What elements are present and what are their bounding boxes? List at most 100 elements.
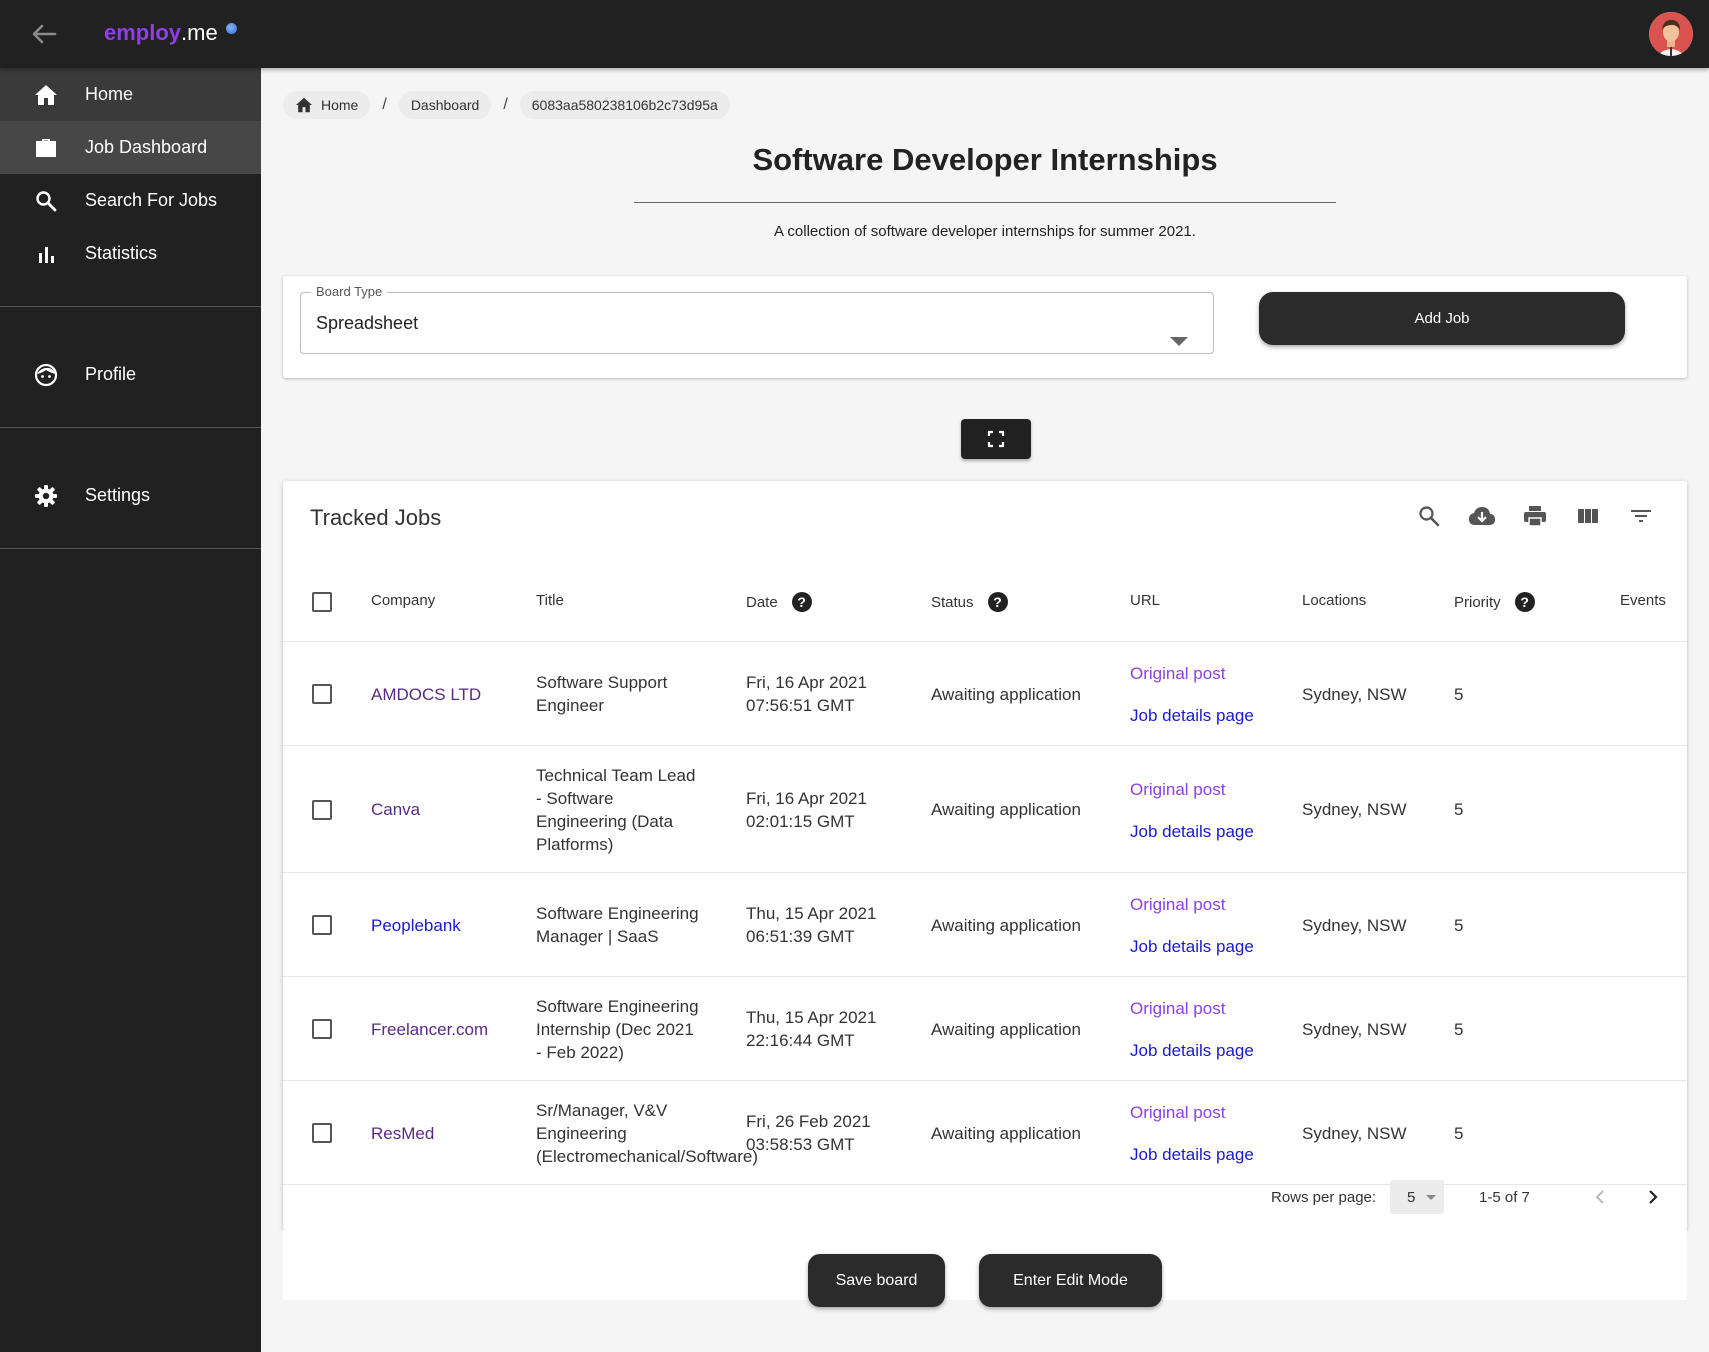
column-header-title[interactable]: Title <box>536 592 564 609</box>
sidebar-item-label: Settings <box>85 485 151 505</box>
column-header-company[interactable]: Company <box>371 592 435 609</box>
column-header-date[interactable]: Date? <box>746 592 812 612</box>
dropdown-caret-icon <box>1170 337 1188 346</box>
fullscreen-icon <box>987 430 1005 448</box>
job-details-link[interactable]: Job details page <box>1130 704 1254 727</box>
company-link[interactable]: Canva <box>371 798 420 821</box>
job-date-line: Fri, 26 Feb 2021 <box>746 1112 871 1131</box>
sidebar-item-job-dashboard[interactable]: Job Dashboard <box>0 121 261 174</box>
sidebar-divider <box>0 548 261 549</box>
column-label: Company <box>371 592 436 609</box>
fullscreen-button[interactable] <box>961 419 1031 459</box>
job-date-line: Fri, 16 Apr 2021 <box>746 673 867 692</box>
job-date: Fri, 16 Apr 2021 07:56:51 GMT <box>746 671 867 717</box>
job-title: Software Engineering Manager | SaaS <box>536 902 699 948</box>
breadcrumb-dashboard[interactable]: Dashboard <box>398 91 492 119</box>
original-post-link[interactable]: Original post <box>1130 778 1225 801</box>
select-all-checkbox[interactable] <box>312 592 332 612</box>
sidebar-item-settings[interactable]: Settings <box>0 469 261 522</box>
job-title-line: Engineering (Data <box>536 811 674 831</box>
board-type-select[interactable]: Board Type Spreadsheet <box>300 284 1214 354</box>
row-checkbox[interactable] <box>312 799 332 820</box>
job-date: Thu, 15 Apr 2021 06:51:39 GMT <box>746 902 876 948</box>
column-header-events[interactable]: Events <box>1620 592 1666 609</box>
page-range: 1-5 of 7 <box>1479 1189 1530 1206</box>
breadcrumb-dashboard-label: Dashboard <box>410 97 480 113</box>
breadcrumb-board-id[interactable]: 6083aa580238106b2c73d95a <box>519 91 730 119</box>
next-page-button[interactable] <box>1638 1182 1668 1212</box>
original-post-link[interactable]: Original post <box>1130 893 1225 916</box>
save-board-button[interactable]: Save board <box>808 1254 945 1307</box>
company-link[interactable]: AMDOCS LTD <box>371 683 481 706</box>
sidebar-item-profile[interactable]: Profile <box>0 348 261 401</box>
breadcrumb-separator: / <box>503 96 508 113</box>
column-header-locations[interactable]: Locations <box>1302 592 1366 609</box>
row-checkbox[interactable] <box>312 1019 332 1039</box>
breadcrumb-home[interactable]: Home <box>283 91 371 119</box>
help-icon[interactable]: ? <box>1514 592 1535 612</box>
enter-edit-mode-button[interactable]: Enter Edit Mode <box>979 1254 1162 1307</box>
column-header-status[interactable]: Status? <box>931 592 1008 612</box>
view-columns-icon[interactable] <box>1571 499 1604 532</box>
home-icon <box>296 97 312 113</box>
add-job-button[interactable]: Add Job <box>1259 292 1625 345</box>
board-type-label: Board Type <box>311 284 388 299</box>
filter-icon[interactable] <box>1624 499 1657 532</box>
rows-per-page-value: 5 <box>1407 1188 1416 1206</box>
app-logo[interactable]: employ.me <box>104 20 237 46</box>
row-checkbox[interactable] <box>312 915 332 935</box>
job-details-link[interactable]: Job details page <box>1130 1143 1254 1166</box>
column-header-url[interactable]: URL <box>1130 592 1160 609</box>
back-arrow-icon[interactable] <box>28 20 60 48</box>
globe-icon <box>225 23 237 34</box>
avatar[interactable] <box>1649 12 1693 56</box>
rows-per-page-label: Rows per page: <box>1271 1189 1377 1206</box>
job-date-line: Thu, 15 Apr 2021 <box>746 1008 877 1027</box>
original-post-link[interactable]: Original post <box>1130 997 1225 1020</box>
face-icon <box>33 362 59 388</box>
company-link[interactable]: Peoplebank <box>371 914 461 937</box>
company-link[interactable]: ResMed <box>371 1122 434 1145</box>
job-date-line: 06:51:39 GMT <box>746 927 855 946</box>
row-checkbox[interactable] <box>312 1123 332 1143</box>
column-label: Date <box>746 593 778 611</box>
print-icon[interactable] <box>1518 499 1551 532</box>
column-label: Locations <box>1302 592 1367 609</box>
breadcrumb: Home / Dashboard / 6083aa580238106b2c73d… <box>283 90 730 120</box>
table-row: Freelancer.com Software Engineering Intern… <box>283 977 1687 1081</box>
breadcrumb-home-label: Home <box>321 97 359 113</box>
title-divider <box>634 202 1336 203</box>
job-date-line: Fri, 16 Apr 2021 <box>746 788 867 808</box>
help-icon[interactable]: ? <box>987 592 1008 612</box>
job-priority: 5 <box>1454 1019 1464 1039</box>
rows-per-page-select[interactable]: 5 <box>1390 1180 1444 1214</box>
cloud-download-icon[interactable] <box>1465 499 1498 532</box>
job-title-line: Engineering <box>536 1123 627 1143</box>
brand-suffix: .me <box>181 20 218 45</box>
job-date-line: 07:56:51 GMT <box>746 696 855 715</box>
job-title-line: Manager | SaaS <box>536 927 659 946</box>
sidebar-item-label: Job Dashboard <box>85 137 208 157</box>
original-post-link[interactable]: Original post <box>1130 1101 1225 1124</box>
job-location: Sydney, NSW <box>1302 800 1407 819</box>
job-status: Awaiting application <box>931 1123 1081 1143</box>
previous-page-button[interactable] <box>1585 1182 1615 1212</box>
job-details-link[interactable]: Job details page <box>1130 935 1254 958</box>
original-post-link[interactable]: Original post <box>1130 662 1225 685</box>
job-title-line: Sr/Manager, V&V <box>536 1100 668 1120</box>
search-icon[interactable] <box>1412 499 1445 532</box>
column-label: Title <box>536 592 564 609</box>
chevron-right-icon <box>1649 1190 1658 1204</box>
chevron-left-icon <box>1595 1190 1604 1204</box>
column-header-priority[interactable]: Priority? <box>1454 592 1535 612</box>
breadcrumb-separator: / <box>382 96 387 113</box>
row-checkbox[interactable] <box>312 684 332 704</box>
help-icon[interactable]: ? <box>791 592 812 612</box>
job-details-link[interactable]: Job details page <box>1130 1039 1254 1062</box>
sidebar-item-statistics[interactable]: Statistics <box>0 227 261 280</box>
sidebar-item-home[interactable]: Home <box>0 68 261 121</box>
table-row: Canva Technical Team Lead - Software Engine… <box>283 746 1687 873</box>
company-link[interactable]: Freelancer.com <box>371 1018 488 1041</box>
sidebar-item-search-for-jobs[interactable]: Search For Jobs <box>0 174 261 227</box>
job-details-link[interactable]: Job details page <box>1130 820 1254 843</box>
